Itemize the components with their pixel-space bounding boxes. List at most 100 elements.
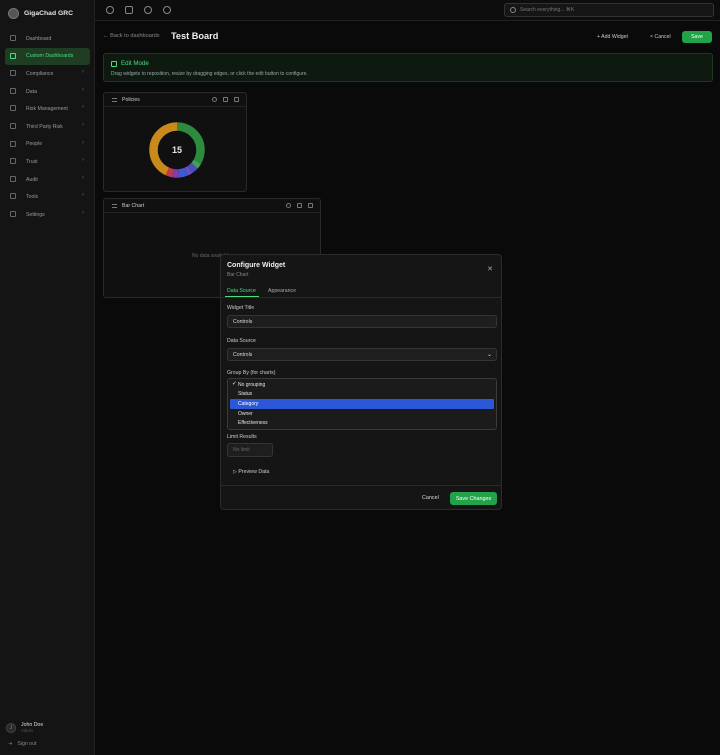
sidebar-item-label: Compliance (26, 70, 54, 77)
edit-mode-description: Drag widgets to reposition, resize by dr… (111, 71, 308, 77)
group-by-option[interactable]: Category (230, 399, 494, 409)
search-placeholder: Search everything... ⌘K (520, 7, 575, 13)
edit-pencil-icon[interactable] (223, 97, 228, 102)
nav-item-icon (10, 52, 16, 59)
nav-item-icon (10, 210, 16, 217)
search-icon (510, 7, 516, 13)
data-source-select[interactable]: Controls ⌄ (227, 348, 497, 361)
data-source-value: Controls (233, 351, 253, 358)
group-by-dropdown[interactable]: ✓ No grouping Status Category Owner Effective… (227, 378, 497, 430)
policies-donut-chart: 15 (148, 121, 206, 179)
tab-data-source[interactable]: Data Source (227, 288, 256, 294)
user-role: Admin (21, 728, 33, 733)
sidebar-item-label: Risk Management (26, 106, 68, 113)
edit-pencil-icon[interactable] (297, 203, 302, 208)
modal-title: Configure Widget (227, 262, 286, 269)
group-by-option[interactable]: Effectiveness (230, 418, 494, 428)
chevron-right-icon: › (82, 69, 84, 76)
user-profile[interactable]: J John Doe Admin (6, 722, 43, 733)
signout-button[interactable]: ⇥ Sign out (8, 741, 36, 747)
widget-title-label: Widget Title (227, 305, 255, 311)
sidebar-item-trust[interactable]: Trust › (5, 153, 90, 171)
configure-widget-modal: Configure Widget Bar Chart ✕ Data Source… (220, 254, 502, 510)
chevron-right-icon: › (82, 121, 84, 128)
sidebar-item-third-party-risk[interactable]: Third Party Risk › (5, 118, 90, 136)
sidebar-item-data[interactable]: Data › (5, 83, 90, 101)
chevron-right-icon: › (82, 157, 84, 164)
sidebar-item-dashboard[interactable]: Dashboard (5, 30, 90, 48)
widget-header: Policies (104, 93, 246, 107)
notifications-bell-icon[interactable] (106, 6, 114, 14)
cancel-button[interactable]: Cancel (422, 495, 439, 501)
nav-item-icon (10, 175, 16, 182)
sidebar-item-risk-management[interactable]: Risk Management › (5, 100, 90, 118)
back-to-dashboards-link[interactable]: ← Back to dashboards (103, 33, 160, 39)
add-widget-button[interactable]: + Add Widget (597, 31, 628, 43)
sidebar-item-label: People (26, 141, 43, 148)
group-by-option-label: No grouping (238, 381, 266, 388)
active-tab-underline (225, 296, 259, 297)
sidebar-item-settings[interactable]: Settings › (5, 206, 90, 224)
sidebar-item-label: Trust (26, 158, 38, 165)
drag-handle-icon[interactable] (112, 204, 117, 208)
sidebar-item-label: Tools (26, 194, 39, 201)
nav-item-icon (10, 70, 16, 77)
sidebar-item-tools[interactable]: Tools › (5, 188, 90, 206)
modal-tabs: Data Source Appearance (221, 284, 501, 298)
settings-gear-icon[interactable] (163, 6, 171, 14)
widget-tools (212, 97, 239, 102)
sidebar-item-audit[interactable]: Audit › (5, 171, 90, 189)
delete-trash-icon[interactable] (234, 97, 239, 102)
checkmark-icon: ✓ (232, 381, 237, 387)
sidebar-item-people[interactable]: People › (5, 136, 90, 154)
nav-item-icon (10, 105, 16, 112)
sidebar-item-label: Dashboard (26, 35, 52, 42)
save-changes-button[interactable]: Save Changes (450, 492, 497, 505)
limit-results-input[interactable]: No limit (227, 443, 273, 457)
nav-item-icon (10, 35, 16, 41)
sidebar-item-label: Audit (26, 176, 38, 183)
tab-appearance[interactable]: Appearance (268, 288, 296, 294)
save-dashboard-button[interactable]: Save (682, 31, 712, 43)
preview-data-toggle[interactable]: ▷ Preview Data (233, 469, 269, 475)
drag-handle-icon[interactable] (112, 98, 117, 102)
refresh-icon[interactable] (286, 203, 291, 208)
sidebar-nav: Dashboard Custom Dashboards Compliance › Dat… (0, 30, 95, 224)
app-root: GigaChad GRC Dashboard Custom Dashboards C… (0, 0, 720, 755)
refresh-icon[interactable] (212, 97, 217, 102)
edit-mode-icon (111, 60, 117, 67)
group-by-option[interactable]: Status (230, 390, 494, 400)
brand[interactable]: GigaChad GRC (8, 6, 73, 20)
search-input[interactable]: Search everything... ⌘K (504, 3, 714, 17)
nav-item-icon (10, 158, 16, 165)
topbar: Search everything... ⌘K (95, 0, 720, 21)
page-title: Test Board (171, 31, 219, 41)
sidebar-item-label: Data (26, 88, 37, 95)
avatar: J (6, 722, 16, 733)
policies-widget[interactable]: Policies 15 (103, 92, 247, 192)
chevron-right-icon: › (82, 209, 84, 216)
chevron-right-icon: › (82, 174, 84, 181)
edit-mode-title: Edit Mode (111, 60, 149, 67)
group-by-option[interactable]: Owner (230, 409, 494, 419)
app-logo-icon (8, 7, 19, 19)
chevron-right-icon: › (82, 192, 84, 199)
modal-footer-divider (221, 485, 501, 486)
sidebar-item-custom-dashboards[interactable]: Custom Dashboards (5, 47, 90, 66)
group-by-option-label: Category (238, 400, 259, 407)
nav-item-icon (10, 193, 16, 200)
sidebar-item-label: Settings (26, 211, 45, 218)
nav-item-icon (10, 87, 16, 94)
chevron-right-icon: › (82, 104, 84, 111)
group-by-option[interactable]: ✓ No grouping (230, 380, 494, 390)
close-icon[interactable]: ✕ (487, 265, 493, 273)
cancel-edit-button[interactable]: × Cancel (650, 31, 671, 43)
sidebar-item-compliance[interactable]: Compliance › (5, 65, 90, 83)
sidebar-item-label: Custom Dashboards (26, 53, 74, 60)
widget-title-input[interactable]: Controls (227, 315, 497, 328)
delete-trash-icon[interactable] (308, 203, 313, 208)
inbox-icon[interactable] (125, 6, 133, 14)
help-icon[interactable] (144, 6, 152, 14)
chevron-right-icon: › (82, 139, 84, 146)
edit-mode-label: Edit Mode (121, 60, 149, 67)
